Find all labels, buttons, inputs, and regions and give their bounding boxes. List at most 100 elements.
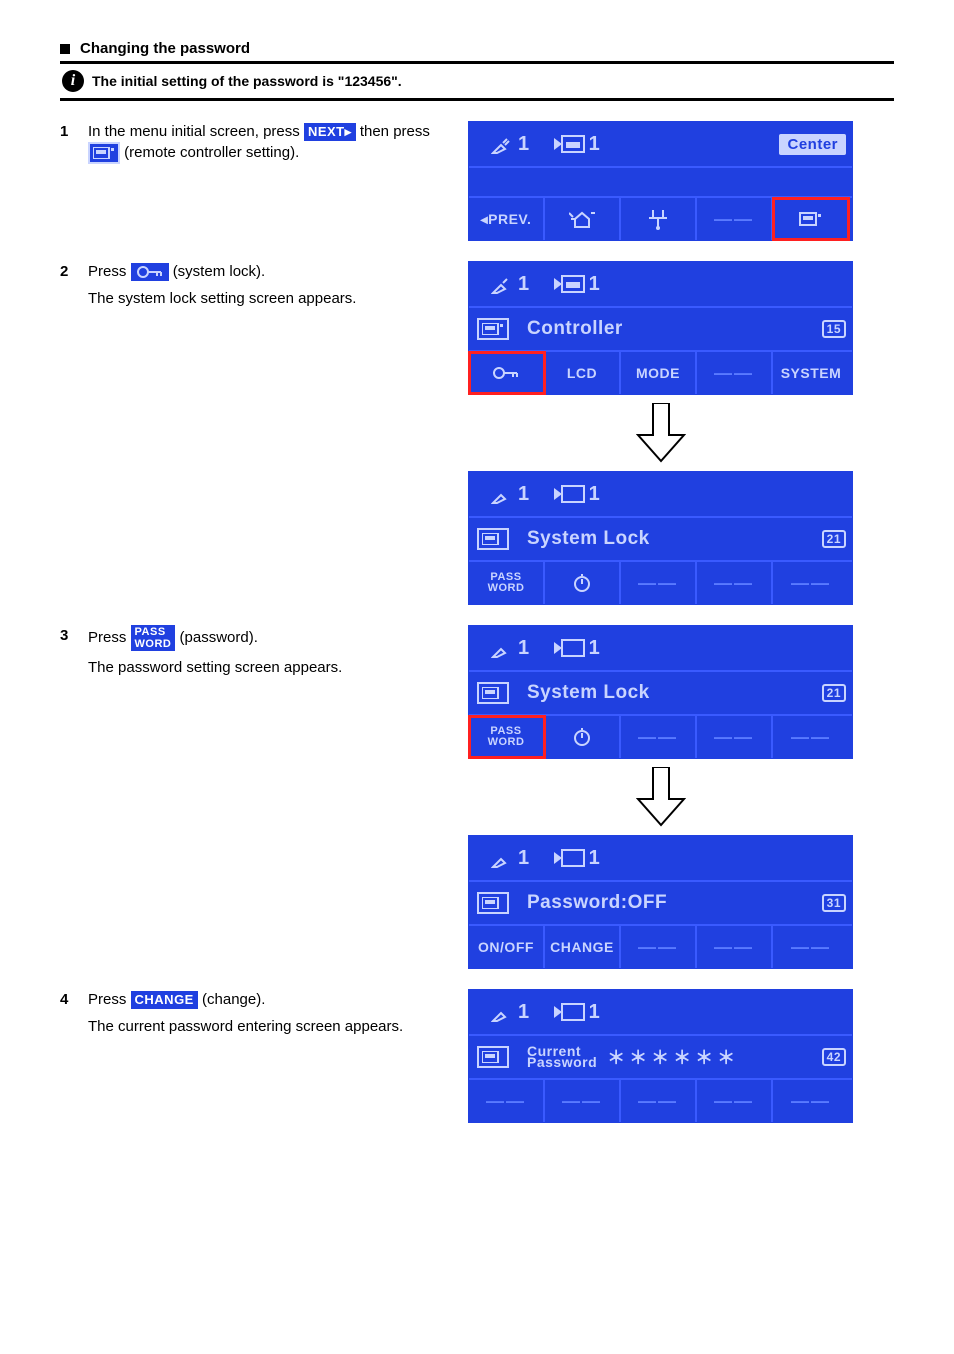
- satellite-icon: 1: [491, 637, 530, 660]
- heading-text: Changing the password: [80, 40, 250, 57]
- text: (system lock).: [173, 263, 266, 280]
- divider-thick: [60, 61, 894, 64]
- text: (change).: [202, 991, 265, 1008]
- softkey-password[interactable]: PASSWORD: [469, 562, 545, 604]
- camera-icon: 1: [554, 1001, 601, 1024]
- softkey-lcd[interactable]: LCD: [545, 352, 621, 394]
- softkey-onoff[interactable]: ON/OFF: [469, 926, 545, 968]
- text: Press: [88, 991, 131, 1008]
- lcd-screen-controller: 1 1 Controller 15 LCD MODE —— SYSTEM: [468, 261, 853, 395]
- screen-title: CurrentPassword: [527, 1046, 597, 1068]
- step-body: Press PASSWORD (password). The password …: [88, 625, 458, 678]
- screen-number: 42: [822, 1048, 846, 1066]
- satellite-icon: 1: [491, 273, 530, 296]
- screen-number: 31: [822, 894, 846, 912]
- softkey-blank: ——: [697, 198, 773, 240]
- center-button[interactable]: Center: [779, 134, 846, 155]
- section-heading: Changing the password: [60, 40, 894, 57]
- step-number: 1: [60, 121, 88, 140]
- step-3: 3 Press PASSWORD (password). The passwor…: [60, 625, 894, 969]
- info-icon: i: [62, 70, 84, 92]
- camera-icon: 1: [554, 273, 601, 296]
- softkey-clock-icon[interactable]: [545, 716, 621, 758]
- softkey-key-icon[interactable]: [469, 352, 545, 394]
- screen-title: System Lock: [527, 528, 650, 550]
- label: 1: [518, 133, 530, 156]
- controller-icon: [477, 1046, 509, 1068]
- screen-number: 21: [822, 530, 846, 548]
- step-desc: The current password entering screen app…: [88, 1016, 458, 1037]
- controller-icon: [477, 318, 509, 340]
- arrow-down-icon: [468, 767, 853, 827]
- step-1: 1 In the menu initial screen, press NEXT…: [60, 121, 894, 241]
- softkey-blank: ——: [621, 716, 697, 758]
- softkey-blank: ——: [773, 562, 849, 604]
- softkey-mode[interactable]: MODE: [621, 352, 697, 394]
- screen-title: System Lock: [527, 682, 650, 704]
- arrow-down-icon: [468, 403, 853, 463]
- step-body: In the menu initial screen, press NEXT▸ …: [88, 121, 458, 164]
- softkey-blank: ——: [621, 926, 697, 968]
- password-mask: ＊＊＊＊＊＊: [607, 1044, 739, 1070]
- softkey-blank: ——: [621, 1080, 697, 1122]
- step-4: 4 Press CHANGE (change). The current pas…: [60, 989, 894, 1123]
- softkey-blank: ——: [773, 716, 849, 758]
- step-desc: The password setting screen appears.: [88, 657, 458, 678]
- controller-icon[interactable]: [88, 142, 120, 164]
- step-2: 2 Press (system lock). The system lock s…: [60, 261, 894, 605]
- screen-title: Password:OFF: [527, 892, 667, 914]
- password-button-label[interactable]: PASSWORD: [131, 625, 176, 651]
- satellite-icon: 1: [491, 483, 530, 506]
- screen-number: 15: [822, 320, 846, 338]
- step-body: Press CHANGE (change). The current passw…: [88, 989, 458, 1037]
- softkey-blank: ——: [697, 562, 773, 604]
- softkey-blank: ——: [697, 716, 773, 758]
- softkey-password[interactable]: PASSWORD: [469, 716, 545, 758]
- softkey-blank: ——: [697, 1080, 773, 1122]
- key-icon[interactable]: [131, 263, 169, 281]
- note-row: i The initial setting of the password is…: [62, 70, 894, 92]
- text: Press: [88, 629, 131, 646]
- softkey-home-icon[interactable]: [545, 198, 621, 240]
- softkey-tool-icon[interactable]: [621, 198, 697, 240]
- step-body: Press (system lock). The system lock set…: [88, 261, 458, 309]
- controller-icon: [477, 528, 509, 550]
- text: then press: [360, 123, 430, 140]
- camera-icon: 1: [554, 133, 601, 156]
- change-button-label[interactable]: CHANGE: [131, 991, 198, 1009]
- step-desc: The system lock setting screen appears.: [88, 288, 458, 309]
- satellite-icon: 1: [491, 1001, 530, 1024]
- camera-icon: 1: [554, 847, 601, 870]
- text: In the menu initial screen, press: [88, 123, 304, 140]
- softkey-blank: ——: [697, 352, 773, 394]
- bullet-square-icon: [60, 44, 70, 54]
- softkey-blank: ——: [469, 1080, 545, 1122]
- camera-icon: 1: [554, 483, 601, 506]
- controller-icon: [477, 682, 509, 704]
- softkey-blank: ——: [773, 1080, 849, 1122]
- lcd-screen-systemlock-hl: 1 1 System Lock 21 PASSWORD —— —— ——: [468, 625, 853, 759]
- screen-title: Controller: [527, 318, 623, 340]
- camera-icon: 1: [554, 637, 601, 660]
- softkey-change[interactable]: CHANGE: [545, 926, 621, 968]
- step-number: 3: [60, 625, 88, 644]
- lcd-screen-password: 1 1 Password:OFF 31 ON/OFF CHANGE —— —— …: [468, 835, 853, 969]
- next-button-label[interactable]: NEXT▸: [304, 123, 356, 141]
- softkey-system[interactable]: SYSTEM: [773, 352, 849, 394]
- softkey-controller-icon[interactable]: [773, 198, 849, 240]
- softkey-blank: ——: [621, 562, 697, 604]
- text: Press: [88, 263, 131, 280]
- softkey-blank: ——: [545, 1080, 621, 1122]
- step-number: 2: [60, 261, 88, 280]
- lcd-screen-systemlock: 1 1 System Lock 21 PASSWORD —— —— ——: [468, 471, 853, 605]
- softkey-prev[interactable]: ◂PREV.: [469, 198, 545, 240]
- step-number: 4: [60, 989, 88, 1008]
- lcd-screen-current-password: 1 1 CurrentPassword ＊＊＊＊＊＊ 42 —— —— —— —…: [468, 989, 853, 1123]
- lcd-screen-center: 1 1 Center ◂PREV.: [468, 121, 853, 241]
- satellite-icon: 1: [491, 133, 530, 156]
- label: 1: [589, 133, 601, 156]
- softkey-clock-icon[interactable]: [545, 562, 621, 604]
- text: (remote controller setting).: [124, 144, 299, 161]
- screen-number: 21: [822, 684, 846, 702]
- note-text: The initial setting of the password is "…: [92, 70, 402, 92]
